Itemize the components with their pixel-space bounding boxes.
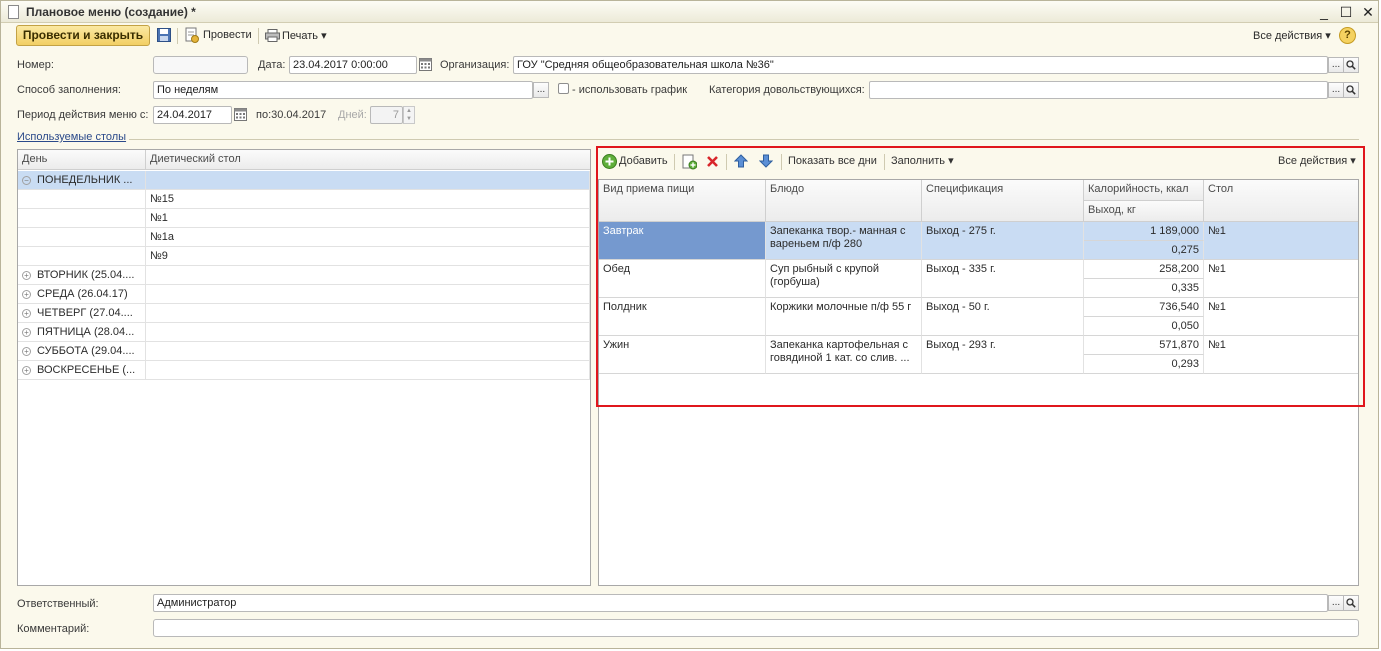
expand-icon[interactable]: + — [22, 308, 31, 318]
organization-select-button[interactable]: ... — [1328, 57, 1344, 73]
print-button[interactable]: Печать ▾ — [282, 29, 327, 42]
table-row[interactable]: №9 — [146, 247, 590, 266]
category-field[interactable] — [869, 81, 1328, 99]
expand-icon[interactable]: + — [22, 346, 31, 356]
post-and-close-button[interactable]: Провести и закрыть — [16, 25, 150, 46]
organization-field[interactable]: ГОУ "Средняя общеобразовательная школа №… — [513, 56, 1328, 74]
table-row-day[interactable]: + СРЕДА (26.04.17) — [18, 285, 146, 304]
table-cell[interactable] — [146, 171, 590, 190]
toolbar-separator — [177, 28, 178, 44]
table-cell[interactable] — [18, 190, 146, 209]
fill-method-label: Способ заполнения: — [17, 84, 121, 96]
highlight-frame — [596, 146, 1365, 407]
toolbar-separator — [258, 28, 259, 44]
expand-icon[interactable]: + — [22, 327, 31, 337]
document-icon — [8, 5, 19, 19]
expand-icon[interactable]: + — [22, 365, 31, 375]
number-field[interactable] — [153, 56, 248, 74]
day-label: ПЯТНИЦА (28.04... — [37, 326, 135, 338]
table-row-day[interactable]: + ВТОРНИК (25.04.... — [18, 266, 146, 285]
table-row-day[interactable]: + ЧЕТВЕРГ (27.04.... — [18, 304, 146, 323]
category-search-icon[interactable] — [1343, 82, 1359, 98]
calendar-icon[interactable] — [234, 108, 247, 124]
expand-icon[interactable]: + — [22, 289, 31, 299]
maximize-button[interactable]: ☐ — [1337, 3, 1355, 21]
comment-field[interactable] — [153, 619, 1359, 637]
table-cell[interactable] — [146, 342, 590, 361]
table-cell[interactable] — [146, 266, 590, 285]
title-bar: Плановое меню (создание) * _ ☐ ✕ — [1, 1, 1378, 23]
table-cell[interactable] — [18, 228, 146, 247]
table-cell[interactable] — [146, 323, 590, 342]
table-cell[interactable] — [146, 361, 590, 380]
column-header-diet-table[interactable]: Диетический стол — [146, 150, 590, 170]
post-button[interactable]: Провести — [203, 29, 252, 41]
window-title: Плановое меню (создание) * — [26, 5, 196, 19]
day-label: ВТОРНИК (25.04.... — [37, 269, 135, 281]
table-cell[interactable] — [146, 285, 590, 304]
print-icon — [265, 29, 280, 45]
days-stepper: ▲ ▼ — [403, 106, 415, 124]
use-schedule-checkbox[interactable] — [558, 83, 569, 94]
category-select-button[interactable]: ... — [1328, 82, 1344, 98]
table-row[interactable]: №15 — [146, 190, 590, 209]
days-table: День Диетический стол − ПОНЕДЕЛЬНИК ... №… — [17, 149, 591, 586]
days-label: Дней: — [338, 109, 367, 121]
use-schedule-label: - использовать график — [572, 84, 688, 96]
main-toolbar: Провести и закрыть Провести Печать ▾ Все… — [1, 24, 1378, 49]
close-button[interactable]: ✕ — [1359, 3, 1377, 21]
minimize-button[interactable]: _ — [1315, 3, 1333, 21]
comment-label: Комментарий: — [17, 623, 90, 635]
column-header-day[interactable]: День — [18, 150, 146, 170]
organization-label: Организация: — [440, 59, 510, 71]
table-row-monday[interactable]: − ПОНЕДЕЛЬНИК ... — [18, 171, 146, 190]
day-label: СРЕДА (26.04.17) — [37, 288, 128, 300]
table-row-day[interactable]: + ВОСКРЕСЕНЬЕ (... — [18, 361, 146, 380]
save-icon[interactable] — [157, 28, 171, 45]
expand-icon[interactable]: + — [22, 270, 31, 280]
responsible-field[interactable]: Администратор — [153, 594, 1328, 612]
search-icon[interactable] — [1343, 57, 1359, 73]
number-label: Номер: — [17, 59, 54, 71]
days-field: 7 — [370, 106, 403, 124]
print-button-label: Печать — [282, 30, 319, 42]
plan-menu-window: Плановое меню (создание) * _ ☐ ✕ Провест… — [0, 0, 1379, 649]
date-field[interactable]: 23.04.2017 0:00:00 — [289, 56, 417, 74]
day-label: ЧЕТВЕРГ (27.04.... — [37, 307, 133, 319]
table-row[interactable]: №1а — [146, 228, 590, 247]
period-from-field[interactable]: 24.04.2017 — [153, 106, 232, 124]
period-label: Период действия меню с: — [17, 109, 149, 121]
day-label: СУББОТА (29.04.... — [37, 345, 135, 357]
category-label: Категория довольствующихся: — [709, 84, 865, 96]
calendar-icon[interactable] — [419, 58, 432, 74]
all-actions-menu[interactable]: Все действия ▾ — [1253, 29, 1331, 42]
table-row-day[interactable]: + СУББОТА (29.04.... — [18, 342, 146, 361]
post-icon — [185, 27, 199, 46]
day-label: ПОНЕДЕЛЬНИК ... — [37, 174, 133, 186]
group-divider — [129, 139, 1359, 140]
responsible-select-button[interactable]: ... — [1328, 595, 1344, 611]
day-label: ВОСКРЕСЕНЬЕ (... — [37, 364, 136, 376]
table-cell[interactable] — [146, 304, 590, 323]
fill-method-select-button[interactable]: ... — [533, 82, 549, 98]
table-row-day[interactable]: + ПЯТНИЦА (28.04... — [18, 323, 146, 342]
responsible-search-icon[interactable] — [1343, 595, 1359, 611]
collapse-icon[interactable]: − — [22, 175, 31, 185]
all-actions-label: Все действия — [1253, 30, 1323, 42]
table-row[interactable]: №1 — [146, 209, 590, 228]
table-cell[interactable] — [18, 209, 146, 228]
responsible-label: Ответственный: — [17, 598, 99, 610]
period-to-label: по:30.04.2017 — [256, 109, 327, 121]
date-label: Дата: — [258, 59, 286, 71]
table-cell[interactable] — [18, 247, 146, 266]
fill-method-field[interactable]: По неделям — [153, 81, 533, 99]
used-tables-label[interactable]: Используемые столы — [17, 131, 126, 143]
help-icon[interactable]: ? — [1339, 27, 1356, 44]
